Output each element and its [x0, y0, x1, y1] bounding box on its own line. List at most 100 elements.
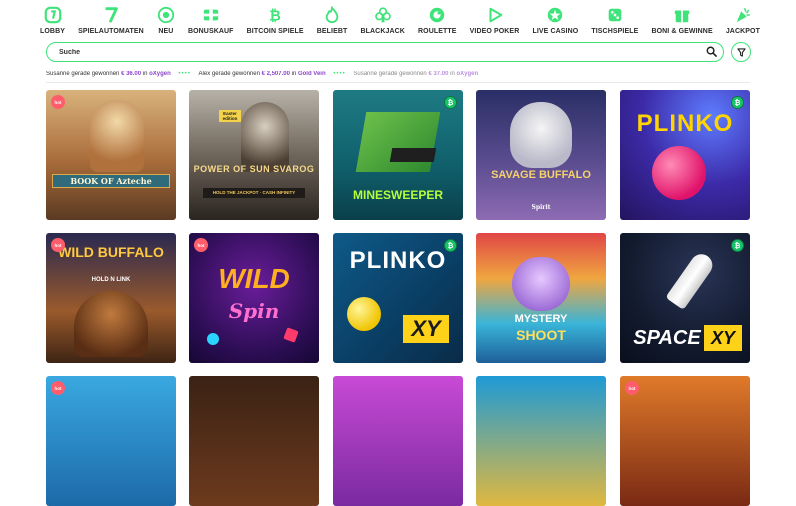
- nav-popular[interactable]: BELIEBT: [317, 6, 348, 38]
- category-nav: LOBBY SPIELAUTOMATEN NEU BONUSKAUF ₿ BIT…: [40, 6, 760, 38]
- hot-badge: hot: [625, 381, 639, 395]
- game-tile-mystery-shoot[interactable]: MYSTERY SHOOT: [476, 233, 606, 363]
- nav-label: SPIELAUTOMATEN: [78, 28, 144, 35]
- game-tile-book-of-aztec[interactable]: BOOK OF Azteche hot: [46, 90, 176, 220]
- game-artwork: [347, 297, 381, 331]
- nav-label: LOBBY: [40, 28, 65, 35]
- lobby-icon: [44, 6, 61, 24]
- hot-badge: hot: [51, 381, 65, 395]
- nav-lobby[interactable]: LOBBY: [40, 6, 65, 38]
- game-tile[interactable]: [333, 376, 463, 506]
- game-subtitle: XY: [704, 325, 742, 351]
- nav-label: JACKPOT: [725, 28, 760, 35]
- game-title: SAVAGE BUFFALO: [491, 169, 591, 181]
- game-subtitle: SHOOT: [516, 327, 566, 343]
- nav-video-poker[interactable]: VIDEO POKER: [470, 6, 520, 38]
- filter-button[interactable]: [731, 42, 751, 62]
- game-artwork: [652, 146, 706, 200]
- game-artwork: [355, 112, 441, 172]
- bonus-buy-icon: [203, 9, 218, 21]
- nav-label: NEU: [158, 28, 174, 35]
- nav-label: LIVE CASINO: [532, 28, 579, 35]
- game-artwork: [665, 249, 717, 311]
- hot-badge: hot: [51, 95, 65, 109]
- nav-label: TISCHSPIELE: [591, 28, 639, 35]
- nav-label: BLACKJACK: [360, 28, 405, 35]
- nav-roulette[interactable]: ROULETTE: [418, 6, 457, 38]
- game-tile-plinko[interactable]: PLINKO ₿: [620, 90, 750, 220]
- bitcoin-badge: ₿: [731, 239, 744, 252]
- game-tile-plinko-xy[interactable]: PLINKO XY ₿: [333, 233, 463, 363]
- game-subtitle: Spirit: [531, 204, 551, 211]
- nav-label: BONI & GEWINNE: [651, 28, 713, 35]
- game-title: MYSTERY: [514, 313, 568, 325]
- game-title: BOOK OF Azteche: [70, 176, 152, 186]
- roulette-icon: [430, 7, 445, 23]
- ticker-game: Gold Vein: [297, 71, 326, 77]
- nav-label: BONUSKAUF: [187, 28, 234, 35]
- game-artwork: [389, 148, 437, 162]
- svg-text:₿: ₿: [269, 8, 281, 24]
- search-icon[interactable]: [706, 46, 717, 57]
- ticker-item: Susanne gerade gewonnen € 36.00 in oXyge…: [46, 71, 171, 77]
- hot-badge: hot: [51, 238, 65, 252]
- game-artwork: [283, 327, 299, 343]
- search-input[interactable]: [59, 46, 659, 58]
- game-title: PLINKO: [349, 247, 447, 274]
- nav-slots[interactable]: SPIELAUTOMATEN: [78, 6, 144, 38]
- ticker-game: oXygen: [456, 71, 479, 77]
- gift-icon: [674, 10, 690, 23]
- nav-label: ROULETTE: [418, 28, 457, 35]
- new-icon: [157, 6, 174, 24]
- nav-new[interactable]: NEU: [157, 6, 175, 38]
- game-tile[interactable]: hot: [620, 376, 750, 506]
- game-title: POWER OF SUN SVAROG: [193, 164, 315, 174]
- hot-badge: hot: [194, 238, 208, 252]
- divider: [46, 82, 750, 83]
- nav-live-casino[interactable]: LIVE CASINO: [532, 6, 578, 38]
- party-popper-icon: [736, 7, 750, 23]
- game-tile-savage-buffalo-spirit[interactable]: SAVAGE BUFFALO Spirit: [476, 90, 606, 220]
- bitcoin-badge: ₿: [444, 239, 457, 252]
- bitcoin-badge: ₿: [444, 96, 457, 109]
- ticker-text: Susanne gerade gewonnen: [46, 71, 122, 77]
- game-tile[interactable]: [189, 376, 319, 506]
- game-tile-power-of-sun-svarog[interactable]: Easter edition POWER OF SUN SVAROG HOLD …: [189, 90, 319, 220]
- game-tile-space-xy[interactable]: SPACE XY ₿: [620, 233, 750, 363]
- game-tile-wild-spin[interactable]: WILD Spin hot: [189, 233, 319, 363]
- nav-table-games[interactable]: TISCHSPIELE: [591, 6, 638, 38]
- seven-icon: [105, 7, 118, 23]
- ticker-mid: in: [141, 71, 150, 77]
- game-tile[interactable]: hot: [46, 376, 176, 506]
- ticker-separator: ••••: [178, 71, 191, 77]
- game-tile[interactable]: [476, 376, 606, 506]
- ticker-amount: € 37.00: [428, 71, 449, 77]
- game-subtitle: Spin: [228, 299, 280, 323]
- game-subtitle: XY: [403, 315, 449, 343]
- club-icon: [374, 7, 391, 23]
- ticker-separator: ••••: [333, 71, 346, 77]
- flame-icon: [325, 6, 339, 24]
- game-tile-minesweeper[interactable]: MINESWEEPER ₿: [333, 90, 463, 220]
- play-icon: [489, 7, 502, 23]
- ticker-item: Alex gerade gewonnen € 2,507.00 in Gold …: [199, 71, 326, 77]
- filter-icon: [736, 47, 746, 57]
- game-artwork: [512, 257, 570, 311]
- game-title: WILD: [218, 263, 290, 294]
- game-tile-wild-buffalo[interactable]: WILD BUFFALO HOLD N LINK hot: [46, 233, 176, 363]
- game-subtitle: HOLD N LINK: [91, 277, 131, 283]
- nav-bonus-buy[interactable]: BONUSKAUF: [188, 6, 234, 38]
- ticker-mid: in: [289, 71, 298, 77]
- ticker-game: oXygen: [149, 71, 171, 77]
- game-artwork: [241, 102, 289, 172]
- live-casino-icon: [548, 7, 563, 23]
- nav-label: BELIEBT: [316, 28, 348, 35]
- nav-bonuses[interactable]: BONI & GEWINNE: [651, 6, 713, 38]
- ticker-amount: € 2,507.00: [261, 71, 290, 77]
- bitcoin-icon: ₿: [269, 8, 281, 24]
- game-tag: Easter edition: [219, 110, 241, 122]
- game-artwork: [510, 102, 572, 168]
- nav-jackpot[interactable]: JACKPOT: [726, 6, 760, 38]
- nav-blackjack[interactable]: BLACKJACK: [360, 6, 405, 38]
- nav-bitcoin[interactable]: ₿ BITCOIN SPIELE: [247, 6, 304, 38]
